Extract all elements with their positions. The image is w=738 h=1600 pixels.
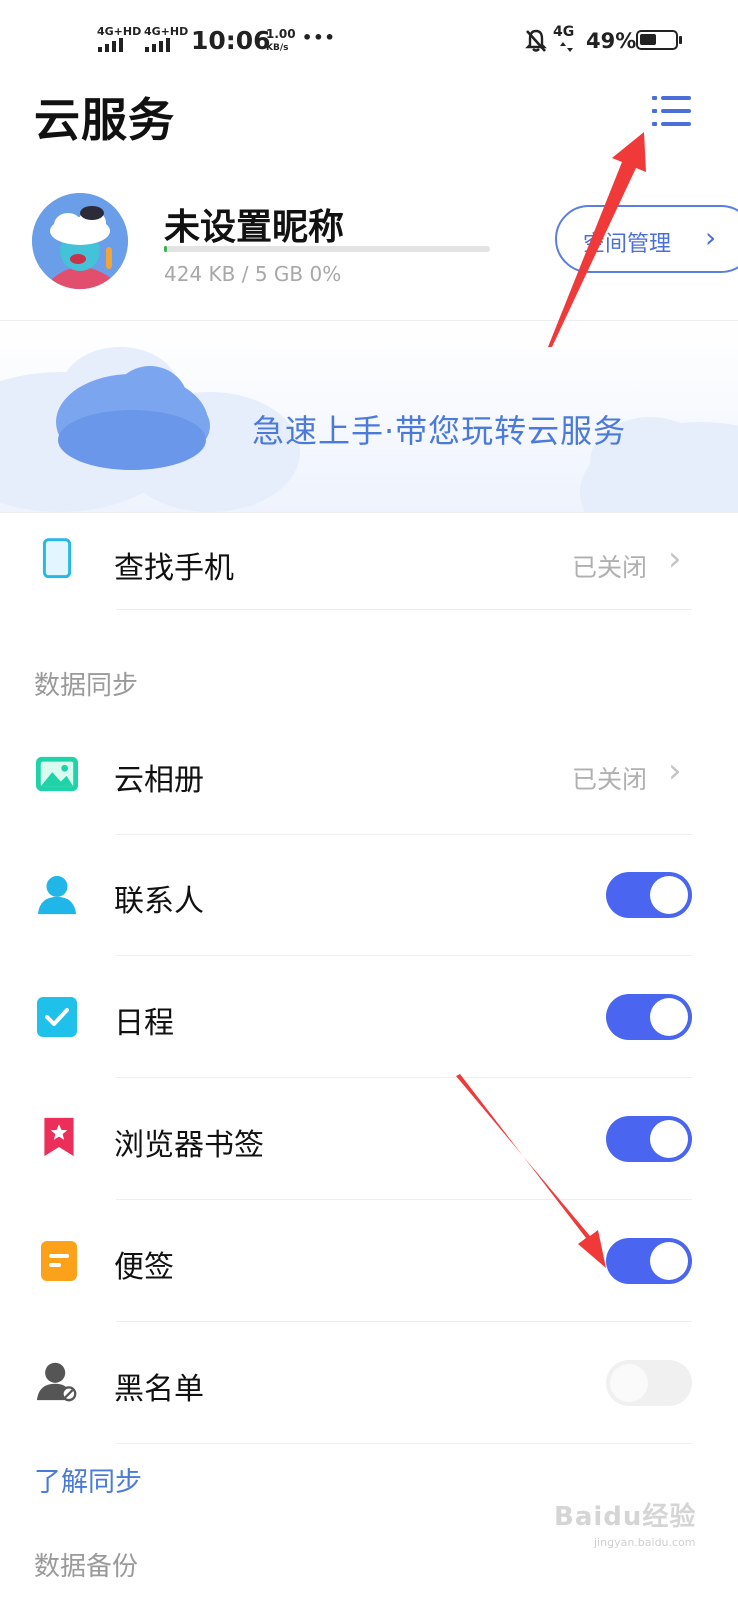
avatar[interactable] [32,193,128,289]
chevron-right-icon: › [668,751,682,791]
sim1-signal-icon [98,38,123,52]
blocklist-toggle[interactable] [606,1360,692,1406]
find-phone-row[interactable]: 查找手机 已关闭 › [0,503,738,623]
storage-usage-text: 424 KB / 5 GB 0% [164,262,342,286]
network-type: 4G [553,24,575,40]
quick-start-banner[interactable]: 急速上手·带您玩转云服务 [0,322,738,512]
sim2-label: 4G+HD [144,25,189,38]
divider [0,320,738,321]
more-dots: ••• [302,28,336,47]
sync-row-cloud-album[interactable]: 云相册 已关闭 › [0,715,738,835]
sync-row-notes[interactable]: 便签 [0,1202,738,1322]
divider [116,609,692,610]
toggle-knob [650,1120,688,1158]
speed-unit: KB/s [266,43,289,53]
nickname[interactable]: 未设置昵称 [164,198,344,250]
learn-sync-link[interactable]: 了解同步 [34,1460,142,1499]
contacts-toggle[interactable] [606,872,692,918]
chevron-right-icon: › [705,221,717,254]
page-title: 云服务 [34,93,175,147]
photo-icon [36,756,78,792]
blocklist-icon [36,1362,77,1402]
sync-row-contacts[interactable]: 联系人 [0,836,738,956]
sync-row-bookmarks[interactable]: 浏览器书签 [0,1080,738,1200]
sim2-signal-icon [145,38,170,52]
list-menu-icon [652,96,691,126]
sim1-label: 4G+HD [97,25,142,38]
chevron-right-icon: › [668,539,682,579]
status-bar: 4G+HD 4G+HD 10:06 1.00 KB/s ••• 4G 49% [0,0,738,80]
divider [116,1199,692,1200]
calendar-toggle[interactable] [606,994,692,1040]
space-management-button[interactable]: 空间管理 › [555,205,738,273]
toggle-knob [650,1242,688,1280]
toggle-knob [650,876,688,914]
clock: 10:06 [191,26,271,55]
mute-bell-icon [525,29,547,52]
watermark-url: jingyan.baidu.com [594,1536,696,1549]
sync-row-calendar[interactable]: 日程 [0,958,738,1078]
battery-icon [636,30,678,50]
sync-label: 黑名单 [114,1372,204,1407]
notes-toggle[interactable] [606,1238,692,1284]
divider [116,1077,692,1078]
battery-tip [679,36,682,44]
phone-icon [42,538,72,579]
battery-percent: 49% [586,29,637,53]
watermark: Baidu经验 [554,1502,697,1532]
speed-value: 1.00 [266,27,296,41]
banner-text: 急速上手·带您玩转云服务 [252,412,627,450]
toggle-knob [650,998,688,1036]
note-icon [41,1241,77,1281]
sync-label: 联系人 [114,884,204,919]
toggle-knob [610,1364,648,1402]
calendar-check-icon [37,997,77,1037]
section-title-data-sync: 数据同步 [34,671,139,701]
divider [116,955,692,956]
contact-icon [37,875,77,915]
menu-button[interactable] [650,92,702,136]
sync-status: 已关闭 [572,765,648,794]
sync-label: 云相册 [114,763,204,798]
data-arrows-icon [560,42,573,52]
bookmark-icon [44,1117,74,1157]
find-phone-status: 已关闭 [572,553,648,582]
avatar-illustration [32,193,128,289]
space-management-label: 空间管理 [583,232,672,257]
sync-label: 便签 [114,1250,174,1285]
storage-progress-fill [164,246,168,252]
find-phone-label: 查找手机 [114,551,234,586]
divider [116,1321,692,1322]
sync-label: 浏览器书签 [114,1128,264,1163]
bookmarks-toggle[interactable] [606,1116,692,1162]
divider [116,834,692,835]
section-title-data-backup: 数据备份 [34,1552,139,1582]
divider [116,1443,692,1444]
storage-progress-bar [164,246,490,252]
sync-row-blocklist[interactable]: 黑名单 [0,1324,738,1444]
sync-label: 日程 [114,1006,174,1041]
